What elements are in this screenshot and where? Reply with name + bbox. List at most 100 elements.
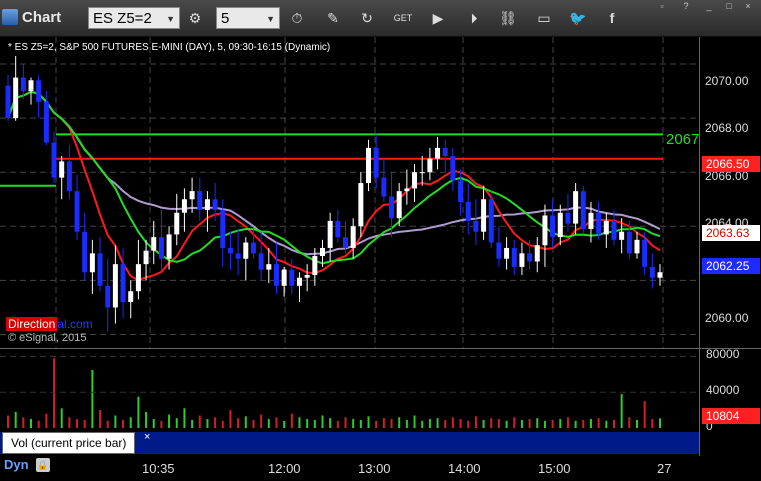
price-tag-red: 2066.50	[702, 156, 760, 172]
candle-body	[335, 220, 341, 238]
candle-body	[412, 172, 418, 189]
time-label: 27	[657, 461, 672, 476]
candle-body	[450, 155, 456, 181]
candle-body	[13, 77, 19, 119]
candle-body	[603, 220, 609, 235]
candle-body	[542, 215, 548, 246]
study-title: * ES Z5=2, S&P 500 FUTURES E-MINI (DAY),…	[8, 42, 331, 53]
candle-body	[304, 274, 310, 278]
candle-body	[519, 253, 525, 267]
volume-tag: 10804	[702, 408, 760, 424]
candle-body	[381, 177, 387, 197]
candle-body	[358, 183, 364, 227]
candle-body	[97, 253, 103, 286]
candle-body	[66, 161, 72, 192]
candle-body	[435, 147, 441, 159]
candle-body	[596, 212, 602, 235]
candle-body	[557, 212, 563, 238]
price-label: 2060.00	[705, 311, 749, 325]
candle-body	[458, 180, 464, 202]
candle-body	[366, 147, 372, 184]
candle-body	[580, 191, 586, 230]
candle-body	[181, 199, 187, 213]
candle-body	[235, 253, 241, 259]
candle-body	[204, 199, 210, 211]
candle-body	[442, 147, 448, 156]
candle-body	[481, 199, 487, 232]
time-label: 13:00	[358, 461, 391, 476]
candle-body	[296, 277, 302, 286]
candle-body	[212, 199, 218, 211]
candle-body	[120, 264, 126, 303]
time-label: 10:35	[142, 461, 175, 476]
candle-body	[619, 231, 625, 240]
time-label: 12:00	[268, 461, 301, 476]
candle-body	[51, 142, 57, 178]
candle-body	[105, 285, 111, 308]
candle-body	[373, 147, 379, 178]
candle-body	[588, 212, 594, 230]
candle-body	[59, 161, 65, 178]
candle-body	[36, 80, 42, 102]
volume-axis-label: 40000	[706, 383, 740, 397]
candle-body	[189, 191, 195, 200]
candle-body	[473, 220, 479, 232]
candle-body	[151, 237, 157, 251]
price-tag-blue: 2062.25	[702, 258, 760, 274]
candle-body	[527, 253, 533, 262]
candle-body	[243, 242, 249, 259]
candle-body	[465, 201, 471, 221]
lock-icon[interactable]: 🔒	[36, 458, 50, 472]
close-icon[interactable]: ×	[144, 431, 150, 443]
price-tag-last: 2063.63	[702, 225, 760, 241]
price-label: 2070.00	[705, 74, 749, 88]
candle-body	[550, 215, 556, 238]
candle-body	[319, 247, 325, 257]
candle-body	[250, 242, 256, 254]
candle-body	[74, 191, 80, 232]
candle-body	[266, 264, 272, 270]
candle-body	[82, 231, 88, 273]
candle-body	[89, 253, 95, 273]
candle-body	[343, 237, 349, 248]
candle-body	[573, 191, 579, 224]
candle-body	[404, 188, 410, 192]
candle-body	[649, 266, 655, 278]
candle-body	[511, 247, 517, 267]
candle-body	[565, 212, 571, 224]
candle-body	[611, 220, 617, 240]
candle-body	[657, 272, 663, 278]
copyright: © eSignal, 2015	[8, 332, 87, 344]
candle-body	[312, 256, 318, 275]
price-label: 2068.00	[705, 121, 749, 135]
candle-body	[143, 250, 149, 265]
candle-body	[5, 85, 11, 119]
candle-body	[350, 226, 356, 248]
candle-body	[112, 264, 118, 308]
directional-logo: Direction al.com	[6, 317, 93, 331]
candle-body	[227, 247, 233, 254]
candle-body	[43, 101, 49, 143]
candle-body	[174, 212, 180, 235]
candle-body	[20, 77, 26, 92]
candle-body	[488, 199, 494, 243]
candle-body	[135, 264, 141, 292]
candle-body	[626, 231, 632, 254]
candle-body	[419, 172, 425, 174]
candle-body	[197, 191, 203, 211]
candle-body	[289, 269, 295, 286]
candle-body	[166, 234, 172, 259]
candle-body	[273, 264, 279, 286]
candle-body	[128, 291, 134, 303]
candle-body	[28, 80, 34, 92]
candle-body	[427, 158, 433, 173]
candle-body	[534, 245, 540, 262]
time-label: 15:00	[538, 461, 571, 476]
candle-body	[158, 237, 164, 259]
green-line-label: 2067	[666, 131, 700, 148]
candle-body	[504, 247, 510, 259]
dyn-mode[interactable]: Dyn	[4, 457, 29, 472]
candle-body	[281, 269, 287, 286]
volume-title[interactable]: Vol (current price bar)	[2, 432, 136, 454]
price-chart[interactable]	[0, 0, 761, 481]
